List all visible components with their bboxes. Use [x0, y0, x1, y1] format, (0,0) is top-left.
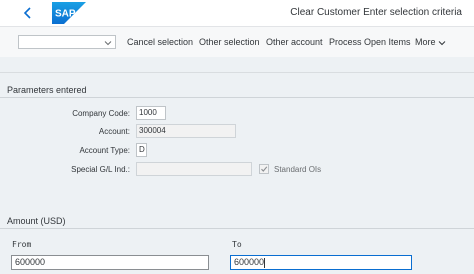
account-type-label: Account Type: — [79, 146, 130, 155]
other-account-button[interactable]: Other account — [266, 37, 323, 47]
process-open-items-button[interactable]: Process Open Items — [329, 37, 411, 47]
chevron-down-icon — [104, 41, 112, 46]
cancel-selection-button[interactable]: Cancel selection — [127, 37, 193, 47]
company-code-field[interactable]: 1000 — [136, 106, 166, 120]
amount-from-label: From — [12, 240, 32, 249]
sap-logo: SAP — [52, 2, 86, 24]
account-type-field[interactable]: D — [136, 143, 147, 157]
standard-ois-checkbox[interactable] — [259, 164, 269, 174]
account-field[interactable]: 300004 — [136, 124, 236, 138]
section-divider — [0, 97, 474, 98]
page-title: Clear Customer Enter selection criteria — [290, 7, 462, 18]
amount-to-input[interactable]: 600000 — [230, 255, 412, 270]
more-button-label: More — [415, 37, 436, 47]
variant-select[interactable] — [18, 35, 116, 49]
back-chevron-icon[interactable] — [22, 5, 34, 21]
amount-to-label: To — [232, 240, 242, 249]
toolbar: Cancel selection Other selection Other a… — [0, 27, 474, 57]
toolbar-divider — [0, 72, 474, 73]
account-label: Account: — [98, 127, 130, 136]
special-gl-ind-field[interactable] — [136, 162, 252, 176]
shell-header: SAP Clear Customer Enter selection crite… — [0, 0, 474, 27]
checkmark-icon — [261, 166, 268, 172]
amount-section-title: Amount (USD) — [7, 216, 66, 226]
svg-text:SAP: SAP — [55, 9, 76, 20]
more-button[interactable]: More — [415, 37, 446, 47]
chevron-down-icon — [438, 40, 446, 45]
parameters-section-title: Parameters entered — [7, 85, 87, 95]
section-divider — [0, 228, 474, 229]
company-code-label: Company Code: — [72, 109, 130, 118]
amount-to-value: 600000 — [234, 257, 265, 267]
amount-from-input[interactable]: 600000 — [11, 255, 209, 270]
text-caret — [264, 257, 266, 268]
special-gl-ind-label: Special G/L Ind.: — [71, 165, 130, 174]
other-selection-button[interactable]: Other selection — [199, 37, 260, 47]
standard-ois-label: Standard OIs — [274, 165, 322, 174]
